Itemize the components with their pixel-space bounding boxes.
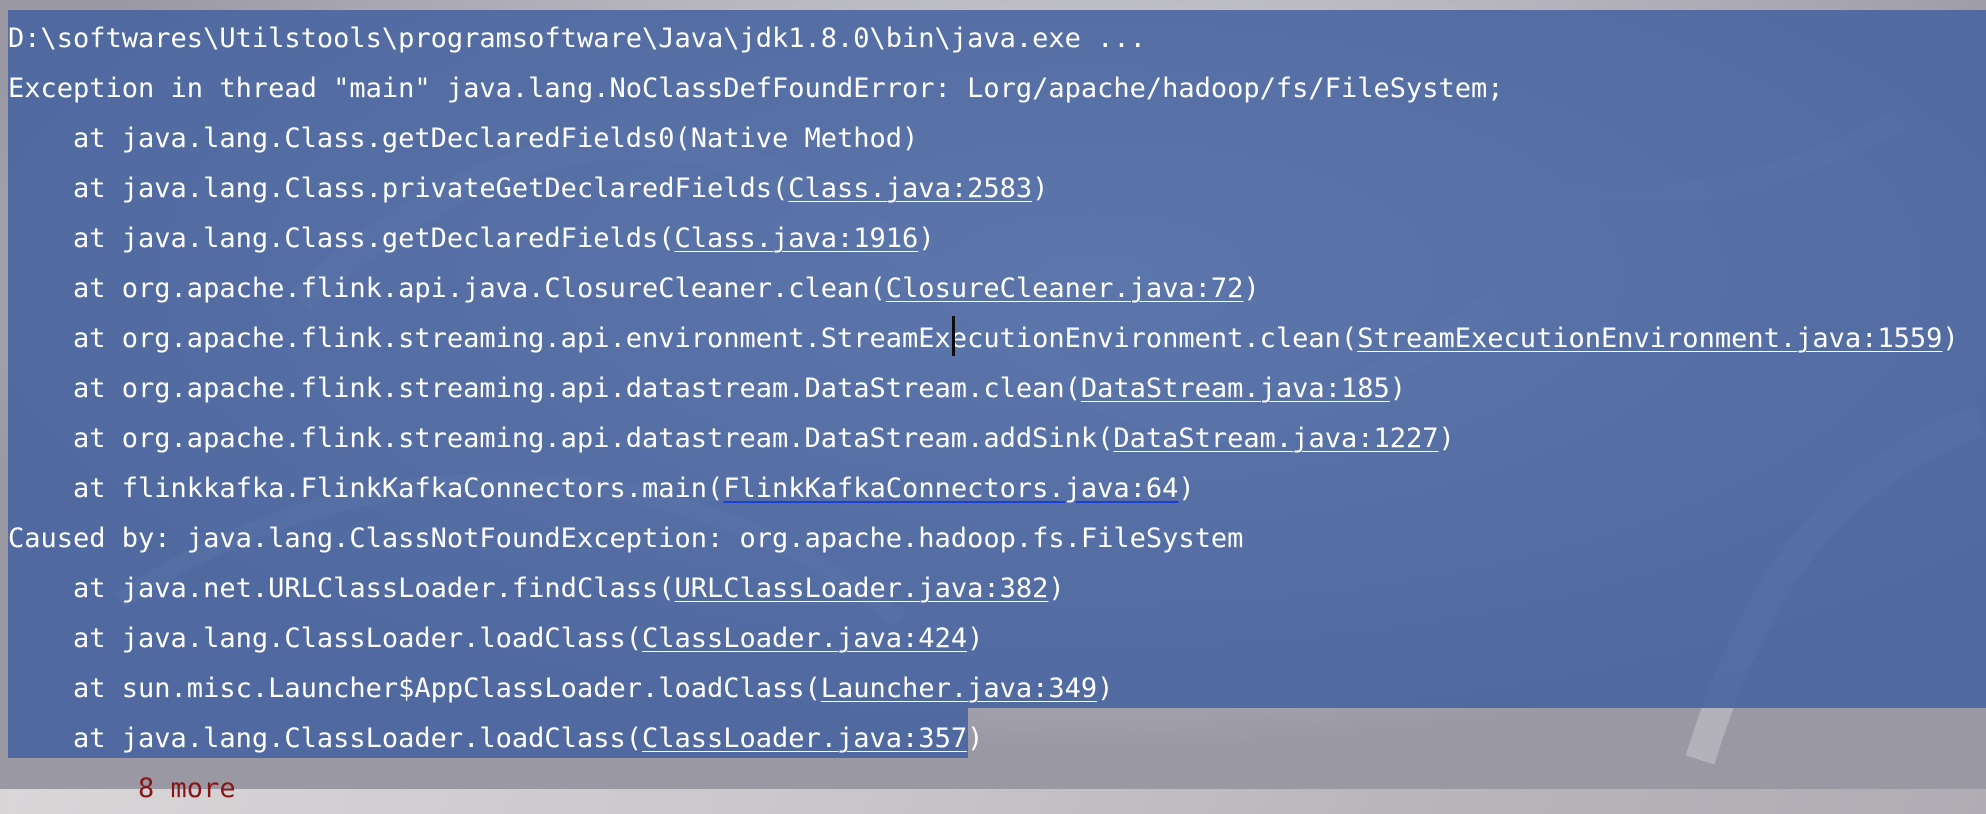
frame-close: ) [1048, 573, 1065, 604]
source-link[interactable]: DataStream.java:1227 [1113, 423, 1438, 454]
frame-text: at org.apache.flink.streaming.api.datast… [8, 373, 1081, 404]
source-link[interactable]: URLClassLoader.java:382 [674, 573, 1048, 604]
stack-frame: at java.lang.ClassLoader.loadClass(Class… [8, 614, 985, 664]
frame-close: ) [967, 723, 984, 754]
exception-message: Exception in thread "main" java.lang.NoC… [8, 73, 1504, 104]
stack-frame: at sun.misc.Launcher$AppClassLoader.load… [8, 664, 1115, 714]
command-line: D:\softwares\Utilstools\programsoftware\… [8, 23, 1146, 54]
frame-text: at flinkkafka.FlinkKafkaConnectors.main( [8, 473, 724, 504]
frame-text: at java.lang.Class.privateGetDeclaredFie… [8, 173, 789, 204]
stack-frame: at org.apache.flink.streaming.api.enviro… [8, 314, 1961, 364]
source-link[interactable]: Class.java:2583 [788, 173, 1032, 204]
source-link[interactable]: ClassLoader.java:357 [642, 723, 967, 754]
frame-text: at java.lang.ClassLoader.loadClass( [8, 723, 642, 754]
source-link[interactable]: Class.java:1916 [674, 223, 918, 254]
stack-frame: at flinkkafka.FlinkKafkaConnectors.main(… [8, 464, 1197, 514]
frame-text: at java.lang.Class.getDeclaredFields0(Na… [8, 123, 919, 154]
frame-close: ) [1243, 273, 1260, 304]
text-cursor [952, 316, 955, 356]
frame-text: at org.apache.flink.streaming.api.enviro… [8, 323, 1358, 354]
stack-frame: at java.net.URLClassLoader.findClass(URL… [8, 564, 1067, 614]
caused-by-message: Caused by: java.lang.ClassNotFoundExcept… [8, 523, 1244, 554]
frame-text: at java.lang.Class.getDeclaredFields( [8, 223, 675, 254]
frame-text: at java.net.URLClassLoader.findClass( [8, 573, 675, 604]
stack-frame: at java.lang.ClassLoader.loadClass(Class… [8, 714, 985, 764]
source-link[interactable]: Launcher.java:349 [821, 673, 1097, 704]
source-link[interactable]: StreamExecutionEnvironment.java:1559 [1357, 323, 1942, 354]
frame-close: ) [967, 623, 984, 654]
source-link[interactable]: ClosureCleaner.java:72 [886, 273, 1244, 304]
frame-text: at org.apache.flink.streaming.api.datast… [8, 423, 1114, 454]
frame-close: ) [1032, 173, 1049, 204]
frame-text: at java.lang.ClassLoader.loadClass( [8, 623, 642, 654]
frame-close: ) [918, 223, 935, 254]
source-link[interactable]: DataStream.java:185 [1081, 373, 1390, 404]
stack-frame: at org.apache.flink.api.java.ClosureClea… [8, 264, 1262, 314]
frame-text: at org.apache.flink.api.java.ClosureClea… [8, 273, 886, 304]
frame-close: ) [1097, 673, 1114, 704]
frame-close: ) [1389, 373, 1406, 404]
source-link[interactable]: ClassLoader.java:424 [642, 623, 967, 654]
frame-close: ) [1438, 423, 1455, 454]
frame-close: ) [1178, 473, 1195, 504]
stack-frame: at java.lang.Class.privateGetDeclaredFie… [8, 164, 1050, 214]
stack-frame: at org.apache.flink.streaming.api.datast… [8, 414, 1457, 464]
stack-frame: at java.lang.Class.getDeclaredFields0(Na… [8, 114, 920, 164]
frame-close: ) [1942, 323, 1959, 354]
stack-frame: at org.apache.flink.streaming.api.datast… [8, 364, 1408, 414]
more-frames-note: 8 more [8, 773, 236, 804]
source-link-active[interactable]: FlinkKafkaConnectors.java:64 [723, 473, 1178, 504]
frame-text: at sun.misc.Launcher$AppClassLoader.load… [8, 673, 821, 704]
console-output: D:\softwares\Utilstools\programsoftware\… [0, 0, 1986, 804]
stack-frame: at java.lang.Class.getDeclaredFields(Cla… [8, 214, 937, 264]
